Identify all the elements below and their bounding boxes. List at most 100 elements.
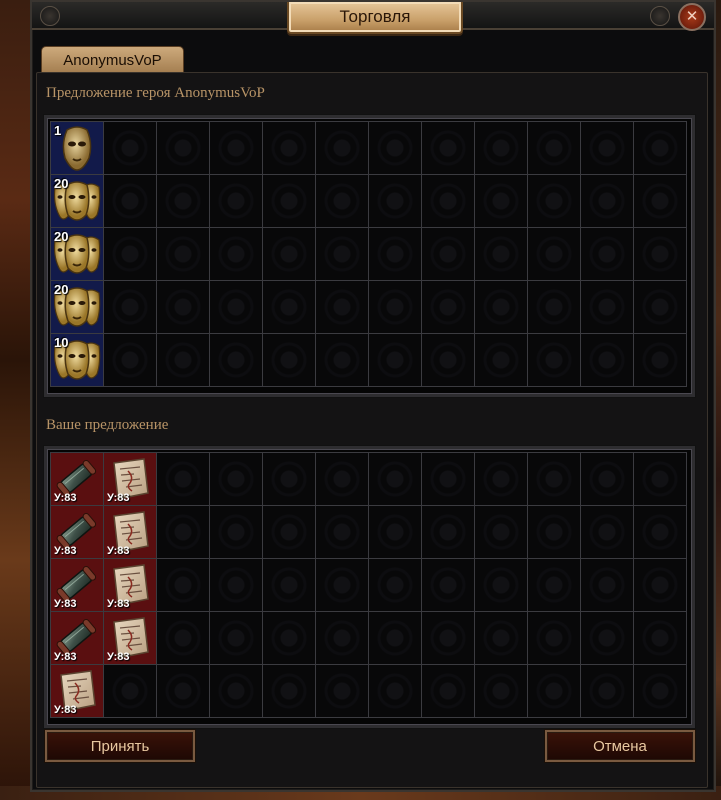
empty-slot[interactable] bbox=[634, 281, 686, 333]
empty-slot[interactable] bbox=[475, 175, 527, 227]
empty-slot[interactable] bbox=[316, 506, 368, 558]
item-slot[interactable]: 20 bbox=[51, 281, 103, 333]
empty-slot[interactable] bbox=[369, 506, 421, 558]
empty-slot[interactable] bbox=[263, 175, 315, 227]
empty-slot[interactable] bbox=[634, 228, 686, 280]
empty-slot[interactable] bbox=[422, 665, 474, 717]
item-slot[interactable]: У:83 bbox=[51, 506, 103, 558]
empty-slot[interactable] bbox=[528, 228, 580, 280]
empty-slot[interactable] bbox=[316, 612, 368, 664]
empty-slot[interactable] bbox=[634, 612, 686, 664]
empty-slot[interactable] bbox=[528, 665, 580, 717]
empty-slot[interactable] bbox=[475, 122, 527, 174]
empty-slot[interactable] bbox=[104, 228, 156, 280]
empty-slot[interactable] bbox=[210, 228, 262, 280]
empty-slot[interactable] bbox=[581, 506, 633, 558]
empty-slot[interactable] bbox=[316, 281, 368, 333]
empty-slot[interactable] bbox=[422, 175, 474, 227]
empty-slot[interactable] bbox=[475, 665, 527, 717]
empty-slot[interactable] bbox=[581, 334, 633, 386]
empty-slot[interactable] bbox=[210, 665, 262, 717]
empty-slot[interactable] bbox=[157, 281, 209, 333]
empty-slot[interactable] bbox=[422, 453, 474, 505]
empty-slot[interactable] bbox=[475, 506, 527, 558]
empty-slot[interactable] bbox=[634, 175, 686, 227]
empty-slot[interactable] bbox=[316, 334, 368, 386]
empty-slot[interactable] bbox=[422, 281, 474, 333]
empty-slot[interactable] bbox=[581, 175, 633, 227]
item-slot[interactable]: У:83 bbox=[51, 453, 103, 505]
empty-slot[interactable] bbox=[210, 453, 262, 505]
empty-slot[interactable] bbox=[263, 665, 315, 717]
empty-slot[interactable] bbox=[475, 228, 527, 280]
empty-slot[interactable] bbox=[422, 122, 474, 174]
empty-slot[interactable] bbox=[157, 175, 209, 227]
empty-slot[interactable] bbox=[422, 559, 474, 611]
empty-slot[interactable] bbox=[475, 281, 527, 333]
empty-slot[interactable] bbox=[581, 122, 633, 174]
empty-slot[interactable] bbox=[210, 175, 262, 227]
empty-slot[interactable] bbox=[634, 334, 686, 386]
empty-slot[interactable] bbox=[263, 122, 315, 174]
empty-slot[interactable] bbox=[157, 122, 209, 174]
empty-slot[interactable] bbox=[528, 175, 580, 227]
empty-slot[interactable] bbox=[369, 453, 421, 505]
empty-slot[interactable] bbox=[634, 559, 686, 611]
empty-slot[interactable] bbox=[581, 612, 633, 664]
empty-slot[interactable] bbox=[634, 506, 686, 558]
empty-slot[interactable] bbox=[263, 281, 315, 333]
item-slot[interactable]: У:83 bbox=[104, 506, 156, 558]
empty-slot[interactable] bbox=[369, 334, 421, 386]
empty-slot[interactable] bbox=[157, 506, 209, 558]
empty-slot[interactable] bbox=[316, 665, 368, 717]
empty-slot[interactable] bbox=[528, 506, 580, 558]
item-slot[interactable]: У:83 bbox=[104, 453, 156, 505]
empty-slot[interactable] bbox=[210, 612, 262, 664]
empty-slot[interactable] bbox=[475, 453, 527, 505]
empty-slot[interactable] bbox=[422, 334, 474, 386]
empty-slot[interactable] bbox=[422, 228, 474, 280]
tab-trader[interactable]: AnonymusVoP bbox=[41, 46, 184, 73]
item-slot[interactable]: У:83 bbox=[51, 559, 103, 611]
accept-button[interactable]: Принять bbox=[45, 730, 195, 762]
empty-slot[interactable] bbox=[634, 665, 686, 717]
close-button[interactable]: ✕ bbox=[678, 3, 706, 31]
empty-slot[interactable] bbox=[157, 334, 209, 386]
empty-slot[interactable] bbox=[581, 453, 633, 505]
empty-slot[interactable] bbox=[157, 665, 209, 717]
item-slot[interactable]: У:83 bbox=[51, 612, 103, 664]
empty-slot[interactable] bbox=[210, 559, 262, 611]
empty-slot[interactable] bbox=[528, 122, 580, 174]
item-slot[interactable]: У:83 bbox=[51, 665, 103, 717]
empty-slot[interactable] bbox=[210, 122, 262, 174]
empty-slot[interactable] bbox=[263, 506, 315, 558]
empty-slot[interactable] bbox=[581, 281, 633, 333]
empty-slot[interactable] bbox=[210, 506, 262, 558]
empty-slot[interactable] bbox=[157, 559, 209, 611]
empty-slot[interactable] bbox=[634, 453, 686, 505]
empty-slot[interactable] bbox=[581, 228, 633, 280]
empty-slot[interactable] bbox=[104, 175, 156, 227]
empty-slot[interactable] bbox=[104, 122, 156, 174]
item-slot[interactable]: У:83 bbox=[104, 559, 156, 611]
empty-slot[interactable] bbox=[210, 334, 262, 386]
item-slot[interactable]: 20 bbox=[51, 175, 103, 227]
item-slot[interactable]: 1 bbox=[51, 122, 103, 174]
empty-slot[interactable] bbox=[263, 559, 315, 611]
empty-slot[interactable] bbox=[263, 612, 315, 664]
item-slot[interactable]: 10 bbox=[51, 334, 103, 386]
empty-slot[interactable] bbox=[581, 665, 633, 717]
empty-slot[interactable] bbox=[263, 453, 315, 505]
empty-slot[interactable] bbox=[528, 559, 580, 611]
empty-slot[interactable] bbox=[634, 122, 686, 174]
empty-slot[interactable] bbox=[422, 612, 474, 664]
empty-slot[interactable] bbox=[263, 228, 315, 280]
empty-slot[interactable] bbox=[157, 612, 209, 664]
empty-slot[interactable] bbox=[528, 453, 580, 505]
empty-slot[interactable] bbox=[581, 559, 633, 611]
empty-slot[interactable] bbox=[104, 281, 156, 333]
empty-slot[interactable] bbox=[263, 334, 315, 386]
empty-slot[interactable] bbox=[157, 228, 209, 280]
empty-slot[interactable] bbox=[316, 228, 368, 280]
empty-slot[interactable] bbox=[210, 281, 262, 333]
